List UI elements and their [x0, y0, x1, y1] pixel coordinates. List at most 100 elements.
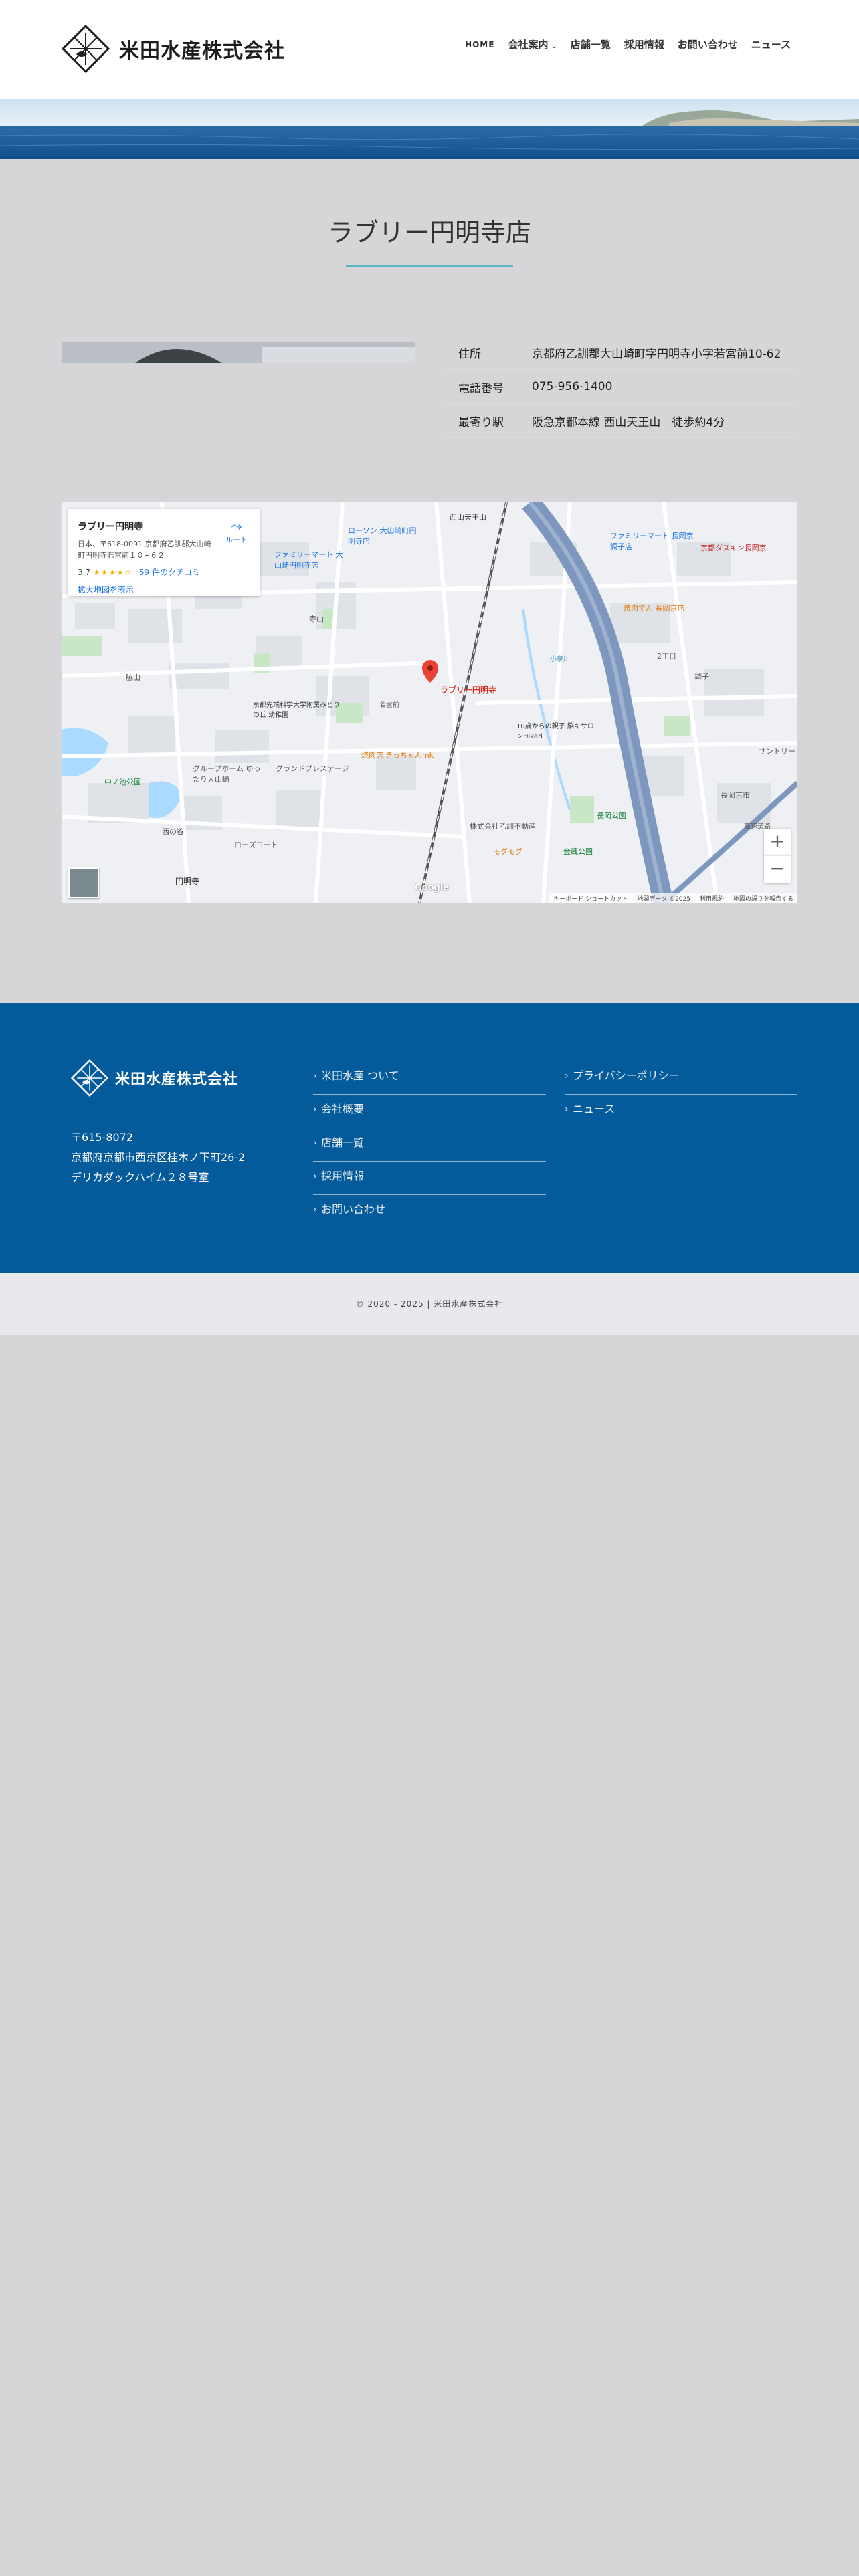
map-label: ローズコート [234, 841, 278, 849]
footer-link-label: お問い合わせ [321, 1203, 386, 1216]
chevron-right-icon: › [313, 1071, 317, 1081]
nav-contact[interactable]: お問い合わせ [671, 37, 745, 51]
store-photo [62, 342, 415, 363]
storefront-image [62, 342, 415, 363]
map-label: 西の谷 [162, 827, 184, 836]
footer-link-stores[interactable]: › 店舗一覧 [313, 1129, 546, 1162]
station-label: 最寄り駅 [444, 403, 532, 438]
chevron-right-icon: › [313, 1138, 317, 1148]
directions-icon: ⤳ [231, 518, 242, 534]
map-label: 脇山 [126, 673, 140, 682]
view-larger-map-link[interactable]: 拡大地図を表示 [78, 584, 134, 595]
map-label: ローソン 大山崎町円明寺店 [348, 526, 417, 546]
footer-link-recruit[interactable]: › 採用情報 [313, 1162, 546, 1195]
map-label: 長岡京市 [721, 791, 750, 800]
map-label: グループホーム ゆったり大山崎 [193, 764, 261, 784]
table-row: 電話番号 075-956-1400 [444, 369, 797, 404]
nav-stores[interactable]: 店舗一覧 [564, 37, 617, 51]
map-label: 円明寺 [175, 877, 200, 886]
footer-logo[interactable]: 米田水産株式会社 [71, 1059, 238, 1097]
map-label: モグモグ [493, 847, 522, 856]
footer-link-label: プライバシーポリシー [573, 1069, 680, 1082]
zoom-out-button[interactable]: − [764, 855, 791, 883]
footer-link-contact[interactable]: › お問い合わせ [313, 1196, 546, 1228]
map-label: ファミリーマート 大山崎円明寺店 [274, 550, 343, 570]
report-error-link[interactable]: 地図の誤りを報告する [733, 894, 793, 903]
footer-link-label: 米田水産 ついて [321, 1069, 399, 1082]
rating-value: 3.7 [78, 568, 91, 577]
rating-stars-icon: ★★★★☆ [93, 568, 132, 577]
map-label: 西山天王山 [450, 513, 486, 522]
postal-code: 〒615-8072 [71, 1131, 134, 1144]
footer-links-col1: › 米田水産 ついて › 会社概要 › 店舗一覧 › 採用情報 › お問い合わせ [313, 1062, 546, 1229]
place-rating: 3.7 ★★★★☆ 59 件のクチコミ [78, 566, 200, 578]
table-row: 最寄り駅 阪急京都本線 西山天王山 徒歩約4分 [444, 403, 797, 438]
map-label: 若宮前 [379, 702, 399, 709]
nav-news[interactable]: ニュース [745, 37, 797, 51]
map-label: 中ノ池公園 [104, 778, 141, 786]
map-attribution: キーボード ショートカット 地図データ ©2025 利用規約 地図の誤りを報告す… [549, 893, 797, 903]
chevron-right-icon: › [313, 1171, 317, 1182]
site-footer: 米田水産株式会社 〒615-8072 京都府京都市西京区桂木ノ下町26-2 デリ… [0, 1003, 859, 1273]
directions-label: ルート [225, 536, 248, 544]
map-label: 10歳からの親子 脳キサロンHikari [516, 723, 594, 740]
map-label: 寺山 [309, 615, 324, 623]
nav-home[interactable]: HOME [458, 40, 501, 49]
place-card[interactable]: ラブリー円明寺 日本、〒618-0091 京都府乙訓郡大山崎町円明寺若宮前１０−… [68, 509, 260, 596]
directions-button[interactable]: ⤳ ルート [225, 517, 248, 545]
map-label: 長岡公園 [597, 811, 626, 820]
footer-logo-text: 米田水産株式会社 [115, 1071, 239, 1088]
page: 米田水産株式会社 HOME 会社案内 ⌄ 店舗一覧 採用情報 お問い合わせ ニュー… [0, 0, 859, 2576]
ocean-image [0, 99, 859, 159]
map-label: 金蔵公園 [563, 847, 593, 856]
station-value: 阪急京都本線 西山天王山 徒歩約4分 [532, 403, 797, 438]
chevron-right-icon: › [565, 1104, 569, 1115]
address-line: デリカダックハイム２８号室 [71, 1171, 209, 1184]
copyright: © 2020 - 2025 | 米田水産株式会社 [0, 1273, 859, 1335]
map-label: 2丁目 [657, 652, 676, 661]
logo-text: 米田水産株式会社 [119, 39, 285, 63]
google-map[interactable]: ラブリー円明寺 西山天王山 ローソン 大山崎町円明寺店 ファミリーマート 大山崎… [62, 502, 797, 903]
nav-company-label: 会社案内 [508, 39, 549, 51]
google-logo: Google [415, 883, 450, 893]
map-type-thumbnail[interactable] [68, 867, 99, 898]
footer-link-label: ニュース [573, 1103, 615, 1115]
footer-link-company[interactable]: › 会社概要 [313, 1095, 546, 1128]
footer-link-label: 会社概要 [321, 1103, 365, 1115]
phone-value: 075-956-1400 [532, 369, 797, 404]
nav-company[interactable]: 会社案内 ⌄ [501, 37, 563, 51]
chevron-right-icon: › [313, 1204, 317, 1215]
terms-link[interactable]: 利用規約 [700, 894, 724, 903]
main-nav: HOME 会社案内 ⌄ 店舗一覧 採用情報 お問い合わせ ニュース [458, 37, 797, 51]
footer-address: 〒615-8072 京都府京都市西京区桂木ノ下町26-2 デリカダックハイム２８… [71, 1128, 245, 1188]
footer-link-label: 店舗一覧 [321, 1136, 365, 1149]
title-underline [346, 265, 513, 267]
zoom-in-button[interactable]: + [764, 829, 791, 855]
footer-link-label: 採用情報 [321, 1170, 365, 1182]
footer-link-news[interactable]: › ニュース [565, 1095, 797, 1128]
address-value: 京都府乙訓郡大山崎町字円明寺小字若宮前10-62 [532, 336, 797, 370]
footer-links-col2: › プライバシーポリシー › ニュース [565, 1062, 797, 1129]
map-label: 焼肉店 きっちゃんmk [361, 751, 434, 760]
map-label: 焼肉でん 長岡京店 [624, 604, 685, 613]
map-label: グランドプレステージ [276, 764, 349, 773]
logo-mark-icon [62, 25, 110, 73]
keyboard-shortcuts-link[interactable]: キーボード ショートカット [553, 894, 628, 903]
place-address: 日本、〒618-0091 京都府乙訓郡大山崎町円明寺若宮前１０−６２ [78, 540, 211, 560]
map-data-text: 地図データ ©2025 [637, 895, 690, 903]
hero-banner [0, 99, 859, 159]
address-label: 住所 [444, 336, 532, 370]
map-label: 小泉川 [550, 656, 570, 663]
site-header: 米田水産株式会社 HOME 会社案内 ⌄ 店舗一覧 採用情報 お問い合わせ ニュー… [0, 0, 859, 99]
chevron-right-icon: › [313, 1104, 317, 1115]
page-title: ラブリー円明寺店 [327, 218, 531, 248]
reviews-link[interactable]: 59 件のクチコミ [139, 568, 200, 577]
nav-recruit[interactable]: 採用情報 [617, 37, 671, 51]
footer-link-about[interactable]: › 米田水産 ついて [313, 1062, 546, 1095]
map-label: ファミリーマート 長岡京調子店 [610, 532, 694, 551]
map-pin-label: ラブリー円明寺 [440, 685, 497, 695]
footer-link-privacy[interactable]: › プライバシーポリシー [565, 1062, 797, 1095]
phone-label: 電話番号 [444, 369, 532, 404]
chevron-right-icon: › [565, 1071, 569, 1081]
site-logo[interactable]: 米田水産株式会社 [62, 25, 285, 73]
